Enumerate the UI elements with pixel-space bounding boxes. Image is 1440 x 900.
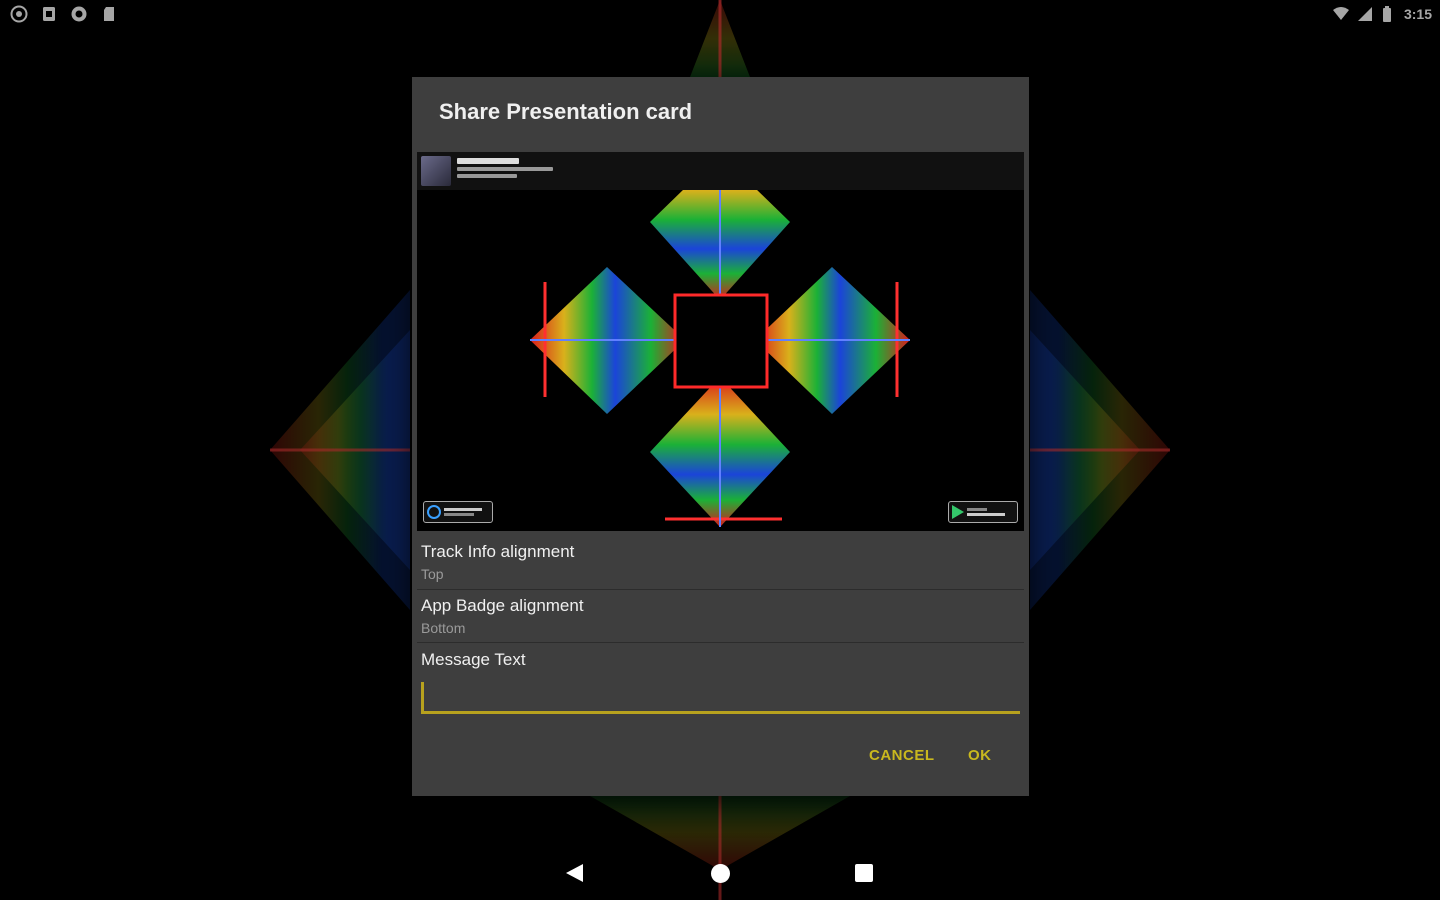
- pref-summary: Top: [421, 566, 444, 582]
- preview-visualizer: [530, 154, 910, 527]
- pref-title: Track Info alignment: [421, 542, 575, 561]
- app-logo-icon: [427, 505, 441, 519]
- cancel-button[interactable]: CANCEL: [869, 747, 935, 764]
- pref-title: App Badge alignment: [421, 596, 584, 615]
- google-play-badge: [948, 501, 1018, 523]
- recents-icon[interactable]: [855, 864, 873, 882]
- google-play-icon: [952, 505, 964, 519]
- home-icon[interactable]: [711, 864, 730, 883]
- ok-button[interactable]: OK: [968, 747, 992, 764]
- android-screen: 3:15 Share Presentation card Track Info …: [0, 0, 1440, 900]
- album-art: [421, 156, 451, 186]
- pref-summary: Bottom: [421, 620, 466, 636]
- share-dialog: Share Presentation card Track Info align…: [412, 77, 1029, 796]
- track-info-alignment-pref[interactable]: Track Info alignment Top: [412, 533, 1029, 589]
- presentation-card-preview: [417, 152, 1024, 531]
- app-badge-alignment-pref[interactable]: App Badge alignment Bottom: [412, 590, 1029, 642]
- dialog-title: Share Presentation card: [439, 99, 693, 124]
- text-cursor: [421, 682, 424, 712]
- message-text-label: Message Text: [421, 650, 526, 669]
- message-text-input[interactable]: [421, 680, 1020, 714]
- divider: [417, 642, 1024, 643]
- track-info-text: [457, 158, 553, 181]
- app-badge: [423, 501, 493, 523]
- track-info-bar: [417, 152, 1024, 190]
- back-icon[interactable]: [566, 864, 583, 882]
